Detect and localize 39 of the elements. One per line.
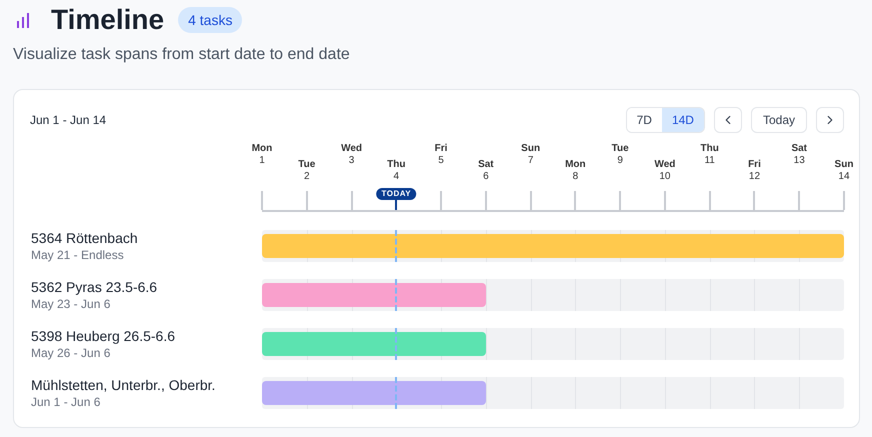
task-count-badge: 4 tasks [178,7,242,33]
today-line [395,279,398,311]
task-name: 5364 Röttenbach [31,230,139,247]
zoom-tab[interactable]: 14D [662,108,704,132]
previous-button[interactable] [714,107,742,133]
today-button[interactable]: Today [750,107,807,133]
day-label: Tue 9 [612,143,629,167]
today-line [395,230,398,262]
task-name: 5398 Heuberg 26.5-6.6 [31,328,176,345]
day-label: Mon 8 [565,159,586,183]
task-bar[interactable] [262,381,486,405]
today-line [395,328,398,360]
task-bar[interactable] [262,283,486,307]
task-dates: May 23 - Jun 6 [31,296,112,312]
page-subtitle: Visualize task spans from start date to end date [13,46,351,64]
day-label: Sat 6 [478,159,494,183]
date-range: Jun 1 - Jun 14 [30,113,106,127]
day-label: Sat 13 [791,143,807,167]
task-dates: May 26 - Jun 6 [31,345,112,361]
day-label: Sun 7 [521,143,540,167]
task-dates: May 21 - Endless [31,247,125,263]
day-label: Fri 5 [434,143,448,167]
day-label: Fri 12 [748,159,761,183]
day-label: Wed 10 [654,159,676,183]
day-label: Thu 11 [700,143,719,167]
today-line [395,377,398,409]
task-bar[interactable] [262,332,486,356]
day-label: Wed 3 [341,143,362,167]
page-title: Timeline [51,4,164,36]
task-name: Mühlstetten, Unterbr., Oberbr. [31,377,216,394]
day-label: Thu 4 [387,159,406,183]
next-button[interactable] [816,107,844,133]
today-marker: TODAY [376,188,416,200]
day-label: Sun 14 [834,159,854,183]
day-label: Mon 1 [252,143,272,167]
day-label: Tue 2 [298,159,316,183]
task-dates: Jun 1 - Jun 6 [31,394,102,410]
task-name: 5362 Pyras 23.5-6.6 [31,279,158,296]
chart-icon [17,12,29,28]
